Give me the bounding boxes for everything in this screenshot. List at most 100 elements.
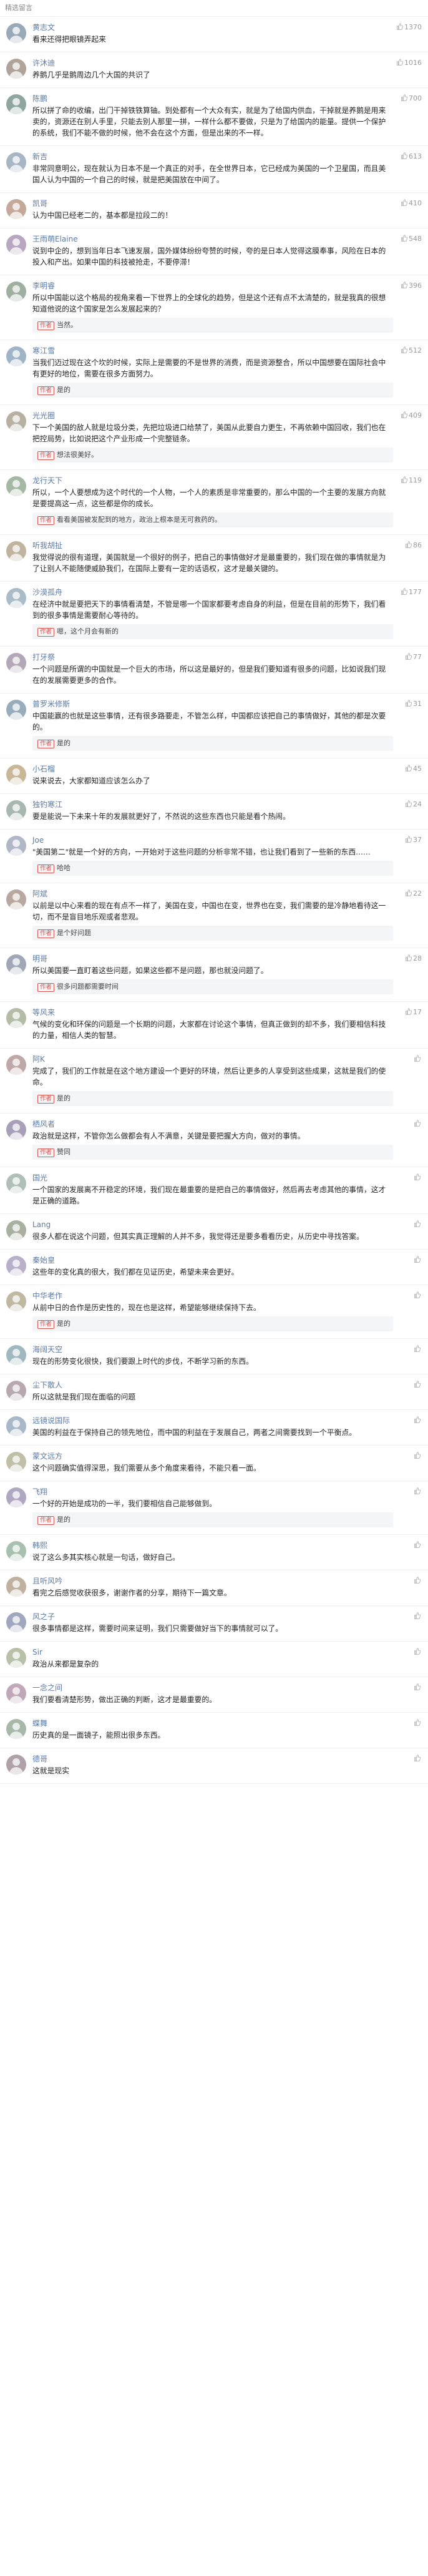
comment-author[interactable]: 海阔天空: [32, 1344, 393, 1354]
comment-author[interactable]: 阿斌: [32, 889, 393, 899]
like-button[interactable]: 409: [401, 411, 422, 419]
like-button[interactable]: 410: [401, 199, 422, 207]
comment-author[interactable]: 蝶舞: [32, 1718, 393, 1728]
avatar[interactable]: [6, 954, 26, 974]
comment-author[interactable]: Joe: [32, 835, 393, 845]
comment-author[interactable]: 中华老作: [32, 1291, 393, 1301]
avatar[interactable]: [6, 1120, 26, 1140]
avatar[interactable]: [6, 1345, 26, 1365]
comment-author[interactable]: 阿K: [32, 1054, 393, 1064]
like-button[interactable]: [414, 1120, 422, 1128]
avatar[interactable]: [6, 152, 26, 172]
comment-author[interactable]: 许沐迪: [32, 58, 393, 68]
like-button[interactable]: 1370: [396, 23, 422, 31]
avatar[interactable]: [6, 700, 26, 720]
avatar[interactable]: [6, 1291, 26, 1311]
like-button[interactable]: [414, 1487, 422, 1496]
comment-author[interactable]: 明哥: [32, 954, 393, 964]
avatar[interactable]: [6, 476, 26, 496]
like-button[interactable]: 31: [405, 700, 422, 708]
avatar[interactable]: [6, 1416, 26, 1436]
like-button[interactable]: 700: [401, 94, 422, 102]
comment-author[interactable]: 寒江雪: [32, 346, 393, 356]
avatar[interactable]: [6, 94, 26, 114]
comment-author[interactable]: 凯哥: [32, 198, 393, 208]
like-button[interactable]: [414, 1416, 422, 1424]
comment-author[interactable]: 龙行天下: [32, 476, 393, 486]
comment-author[interactable]: 一念之间: [32, 1683, 393, 1693]
like-button[interactable]: 512: [401, 346, 422, 355]
like-button[interactable]: [414, 1220, 422, 1228]
like-button[interactable]: 22: [405, 889, 422, 898]
like-button[interactable]: 1016: [396, 59, 422, 67]
avatar[interactable]: [6, 1577, 26, 1597]
avatar[interactable]: [6, 1487, 26, 1507]
avatar[interactable]: [6, 800, 26, 820]
like-button[interactable]: [414, 1541, 422, 1549]
comment-author[interactable]: 飞翔: [32, 1487, 393, 1497]
like-button[interactable]: 17: [405, 1008, 422, 1016]
avatar[interactable]: [6, 1612, 26, 1632]
comment-author[interactable]: 独钓寒江: [32, 800, 393, 810]
like-button[interactable]: [414, 1381, 422, 1389]
comment-author[interactable]: 等风来: [32, 1007, 393, 1017]
like-button[interactable]: [414, 1256, 422, 1264]
comment-author[interactable]: 新吉: [32, 152, 393, 162]
avatar[interactable]: [6, 653, 26, 673]
comment-author[interactable]: 尘下散人: [32, 1380, 393, 1390]
like-button[interactable]: 548: [401, 235, 422, 243]
like-button[interactable]: 177: [401, 588, 422, 596]
avatar[interactable]: [6, 199, 26, 219]
avatar[interactable]: [6, 765, 26, 785]
avatar[interactable]: [6, 1719, 26, 1739]
comment-author[interactable]: 风之子: [32, 1612, 393, 1622]
comment-author[interactable]: 德哥: [32, 1754, 393, 1764]
avatar[interactable]: [6, 59, 26, 79]
comment-author[interactable]: Sir: [32, 1647, 393, 1657]
comment-author[interactable]: 蒙文远方: [32, 1451, 393, 1461]
avatar[interactable]: [6, 235, 26, 255]
like-button[interactable]: [414, 1577, 422, 1585]
avatar[interactable]: [6, 1648, 26, 1668]
comment-author[interactable]: 黄志文: [32, 22, 393, 32]
avatar[interactable]: [6, 1220, 26, 1240]
comment-author[interactable]: 秦始皇: [32, 1255, 393, 1265]
comment-author[interactable]: 栖风者: [32, 1119, 393, 1129]
like-button[interactable]: [414, 1755, 422, 1763]
like-button[interactable]: 396: [401, 282, 422, 290]
avatar[interactable]: [6, 1452, 26, 1472]
avatar[interactable]: [6, 1755, 26, 1775]
like-button[interactable]: [414, 1683, 422, 1692]
like-button[interactable]: 86: [405, 541, 422, 549]
comment-author[interactable]: 陈鹏: [32, 94, 393, 104]
avatar[interactable]: [6, 889, 26, 909]
comment-author[interactable]: 王雨萌Elaine: [32, 234, 393, 244]
avatar[interactable]: [6, 541, 26, 561]
like-button[interactable]: [414, 1648, 422, 1656]
avatar[interactable]: [6, 1683, 26, 1703]
like-button[interactable]: [414, 1055, 422, 1063]
avatar[interactable]: [6, 1055, 26, 1075]
avatar[interactable]: [6, 282, 26, 301]
comment-author[interactable]: 普罗米修斯: [32, 699, 393, 709]
avatar[interactable]: [6, 411, 26, 431]
comment-author[interactable]: 且听风吟: [32, 1576, 393, 1586]
like-button[interactable]: 119: [401, 476, 422, 484]
like-button[interactable]: 37: [405, 836, 422, 844]
like-button[interactable]: 24: [405, 800, 422, 808]
avatar[interactable]: [6, 23, 26, 43]
like-button[interactable]: [414, 1612, 422, 1620]
comment-author[interactable]: 打牙祭: [32, 652, 393, 662]
like-button[interactable]: [414, 1291, 422, 1300]
like-button[interactable]: [414, 1452, 422, 1460]
comment-author[interactable]: 韩熙: [32, 1540, 393, 1550]
avatar[interactable]: [6, 1173, 26, 1193]
avatar[interactable]: [6, 588, 26, 608]
like-button[interactable]: 45: [405, 765, 422, 773]
avatar[interactable]: [6, 346, 26, 366]
avatar[interactable]: [6, 1381, 26, 1401]
comment-author[interactable]: 国光: [32, 1173, 393, 1183]
like-button[interactable]: 613: [401, 152, 422, 160]
comment-author[interactable]: Lang: [32, 1220, 393, 1230]
avatar[interactable]: [6, 836, 26, 856]
